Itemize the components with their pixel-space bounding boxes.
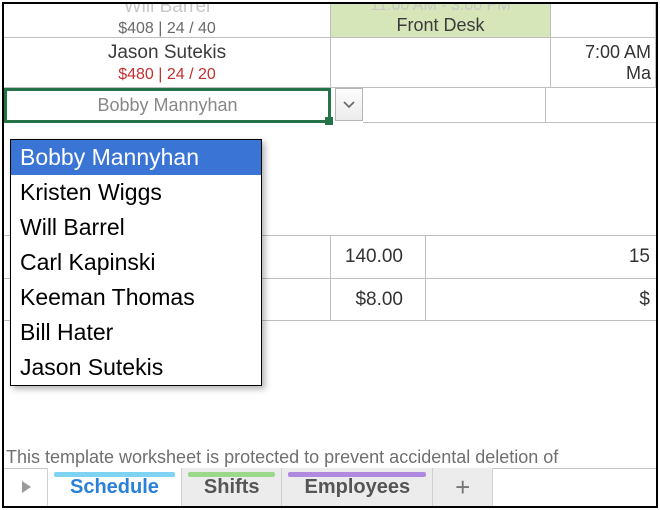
shift-role: Ma — [626, 63, 651, 84]
employee-name: Jason Sutekis — [108, 42, 226, 64]
dropdown-item[interactable]: Keeman Thomas — [11, 280, 261, 315]
dropdown-button[interactable] — [335, 88, 363, 121]
summary-cell[interactable]: 15 — [426, 236, 656, 278]
chevron-down-icon — [343, 101, 355, 109]
shift-time: 11:00 AM - 3:00 PM — [370, 2, 510, 15]
tab-schedule[interactable]: Schedule — [48, 468, 182, 506]
table-row: Will Barrel $408 | 24 / 40 11:00 AM - 3:… — [4, 2, 656, 38]
shift-cell[interactable]: 7:00 AM Ma — [551, 38, 656, 87]
table-row: Bobby Mannyhan — [4, 88, 656, 123]
shift-cell[interactable] — [551, 2, 656, 37]
sheet-tabs: Schedule Shifts Employees + — [4, 468, 656, 506]
tab-nav-button[interactable] — [4, 468, 48, 506]
tab-label: Schedule — [70, 476, 159, 499]
dropdown-item[interactable]: Kristen Wiggs — [11, 175, 261, 210]
employee-cell[interactable]: Jason Sutekis $480 | 24 / 20 — [4, 38, 331, 87]
dropdown-item[interactable]: Bobby Mannyhan — [11, 140, 261, 175]
tab-label: Shifts — [204, 476, 260, 499]
shift-cell[interactable] — [331, 38, 551, 87]
table-row: Jason Sutekis $480 | 24 / 20 7:00 AM Ma — [4, 38, 656, 88]
protection-message: This template worksheet is protected to … — [4, 447, 558, 468]
summary-value: 15 — [629, 246, 650, 268]
tab-color-strip — [54, 472, 175, 477]
tab-employees[interactable]: Employees — [282, 468, 433, 506]
dropdown-item[interactable]: Bill Hater — [11, 315, 261, 350]
tab-add[interactable]: + — [433, 468, 493, 506]
shift-role: Front Desk — [396, 15, 484, 36]
active-cell-value: Bobby Mannyhan — [97, 95, 237, 116]
summary-value: 140.00 — [345, 246, 403, 268]
plus-icon: + — [455, 472, 470, 503]
shift-cell[interactable] — [546, 88, 656, 123]
dropdown-item[interactable]: Jason Sutekis — [11, 350, 261, 385]
employee-meta: $480 | 24 / 20 — [118, 66, 216, 84]
summary-cell[interactable]: $ — [426, 279, 656, 320]
summary-value: $8.00 — [355, 289, 403, 311]
summary-cell[interactable]: $8.00 — [331, 279, 426, 320]
tab-label: Employees — [304, 476, 410, 499]
shift-time: 7:00 AM — [585, 42, 651, 63]
employee-cell[interactable]: Will Barrel $408 | 24 / 40 — [4, 2, 331, 37]
tab-color-strip — [188, 472, 276, 477]
summary-value: $ — [639, 289, 650, 311]
active-cell[interactable]: Bobby Mannyhan — [4, 88, 331, 123]
tab-color-strip — [288, 472, 426, 477]
fill-handle[interactable] — [325, 117, 333, 125]
tab-shifts[interactable]: Shifts — [182, 468, 283, 506]
dropdown-item[interactable]: Carl Kapinski — [11, 245, 261, 280]
summary-cell[interactable]: 140.00 — [331, 236, 426, 278]
shift-cell[interactable] — [363, 88, 546, 123]
dropdown-item[interactable]: Will Barrel — [11, 210, 261, 245]
play-icon — [19, 479, 33, 495]
employee-name: Will Barrel — [124, 2, 211, 18]
shift-cell[interactable]: 11:00 AM - 3:00 PM Front Desk — [331, 2, 551, 37]
dropdown-list[interactable]: Bobby MannyhanKristen WiggsWill BarrelCa… — [10, 139, 262, 386]
employee-meta: $408 | 24 / 40 — [118, 20, 216, 38]
